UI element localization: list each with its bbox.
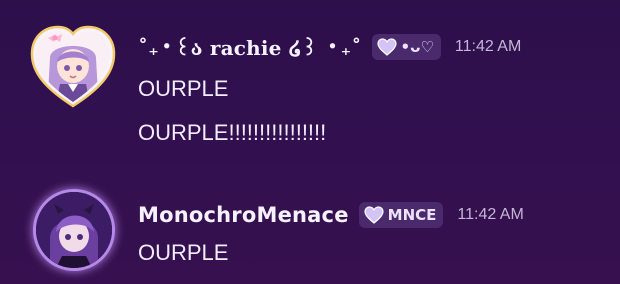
heart-frame-avatar-icon xyxy=(30,25,116,108)
avatar[interactable] xyxy=(30,24,116,108)
avatar[interactable] xyxy=(36,192,112,268)
timestamp[interactable]: 11:42 AM xyxy=(457,206,523,224)
message-group: MonochroMenace MNCE 11:42 AM OURPLE xyxy=(0,180,620,280)
message-content: OURPLE xyxy=(138,76,229,101)
message-header: MonochroMenace MNCE 11:42 AM xyxy=(138,202,524,228)
pastel-heart-icon xyxy=(376,38,397,56)
pastel-heart-icon xyxy=(364,206,384,224)
round-avatar-icon xyxy=(36,192,112,268)
message-header: ˚₊‧꒰ა rachie ໒꒱ ‧₊˚ •ᴗ♡ 11:42 AM xyxy=(138,34,521,60)
message-content: OURPLE xyxy=(138,240,229,265)
server-tag-label: •ᴗ♡ xyxy=(400,38,434,56)
username[interactable]: MonochroMenace xyxy=(138,203,349,227)
server-tag[interactable]: MNCE xyxy=(358,202,444,228)
message-group: ˚₊‧꒰ა rachie ໒꒱ ‧₊˚ •ᴗ♡ 11:42 AM OURPLE … xyxy=(0,14,620,164)
server-tag-label: MNCE xyxy=(387,206,437,224)
message-content: OURPLE!!!!!!!!!!!!!!!! xyxy=(138,120,327,145)
timestamp[interactable]: 11:42 AM xyxy=(455,38,521,56)
server-tag[interactable]: •ᴗ♡ xyxy=(371,34,441,60)
username[interactable]: ˚₊‧꒰ა rachie ໒꒱ ‧₊˚ xyxy=(138,34,362,60)
